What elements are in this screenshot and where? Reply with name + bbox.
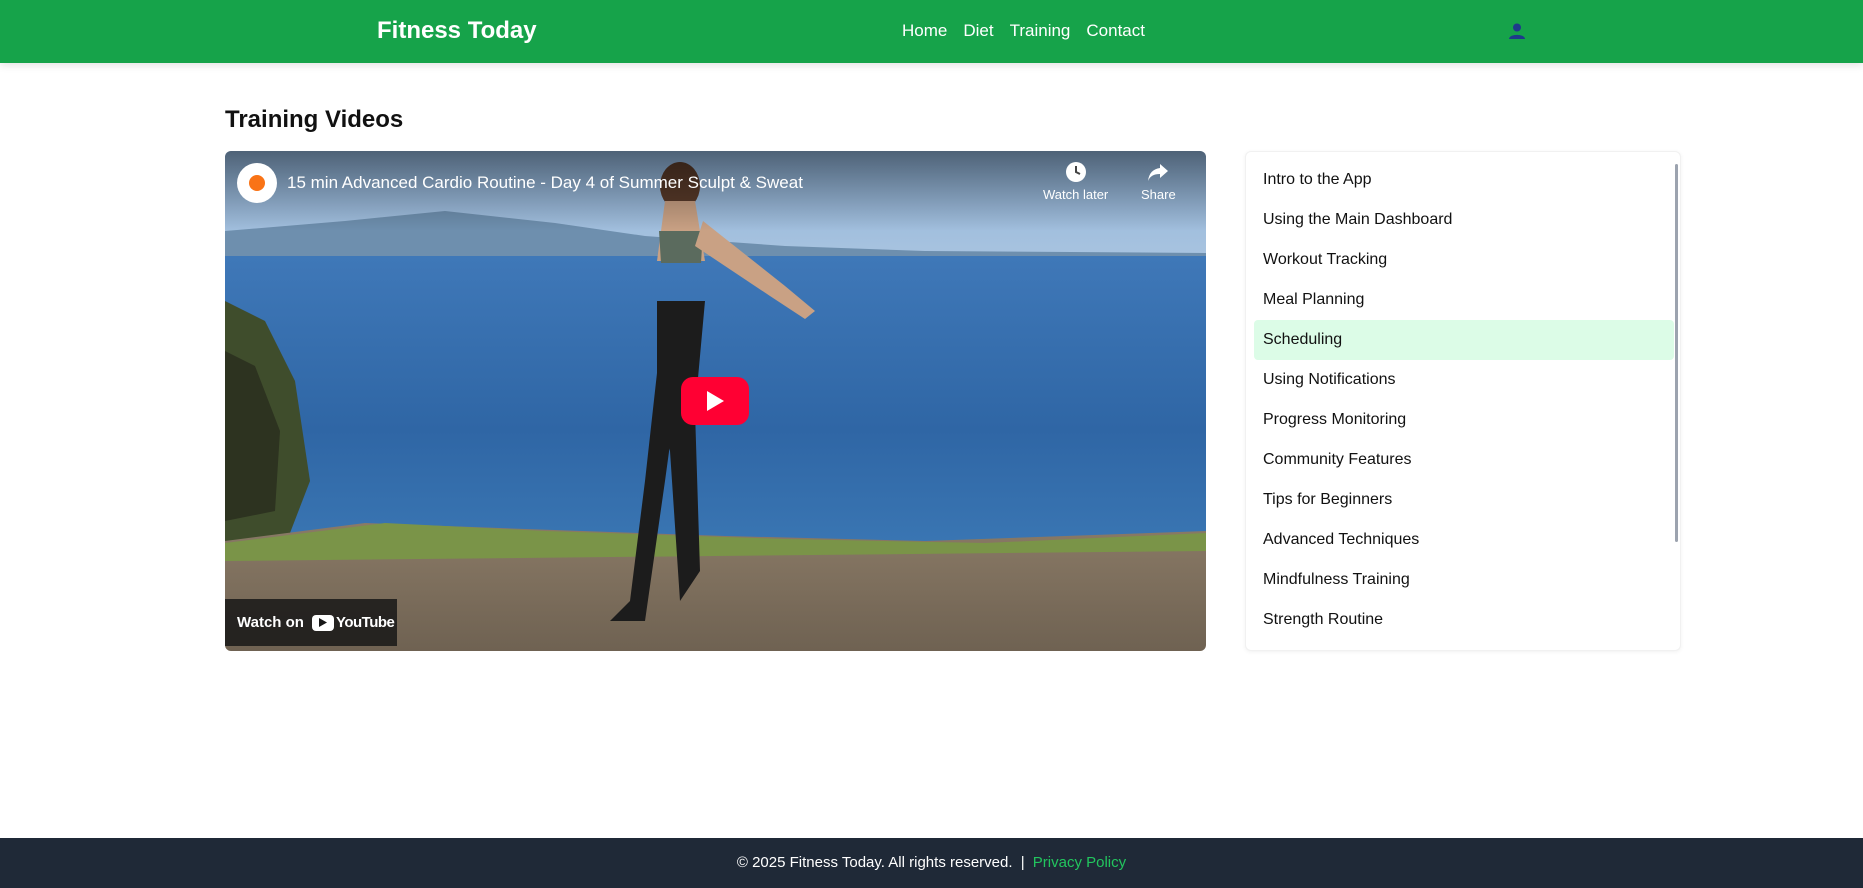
playlist-item[interactable]: Using the Main Dashboard (1254, 200, 1674, 240)
playlist-item[interactable]: Meal Planning (1254, 280, 1674, 320)
playlist-item-active[interactable]: Scheduling (1254, 320, 1674, 360)
playlist-item[interactable]: Mindfulness Training (1254, 560, 1674, 600)
share-button[interactable]: Share (1141, 161, 1176, 202)
copyright-text: © 2025 Fitness Today. All rights reserve… (736, 854, 1013, 871)
play-button[interactable] (681, 377, 749, 425)
nav-training[interactable]: Training (1010, 21, 1071, 41)
main-nav: Home Diet Training Contact (902, 21, 1145, 41)
playlist: Intro to the App Using the Main Dashboar… (1254, 160, 1674, 640)
nav-home[interactable]: Home (902, 21, 947, 41)
share-icon (1148, 164, 1169, 181)
channel-avatar[interactable] (237, 163, 277, 203)
playlist-item[interactable]: Using Notifications (1254, 360, 1674, 400)
privacy-policy-link[interactable]: Privacy Policy (1033, 854, 1126, 871)
video-title[interactable]: 15 min Advanced Cardio Routine - Day 4 o… (287, 173, 803, 193)
watch-on-youtube-button[interactable]: Watch on YouTube (225, 599, 397, 646)
page-title: Training Videos (225, 106, 404, 133)
video-player[interactable]: 15 min Advanced Cardio Routine - Day 4 o… (225, 151, 1206, 651)
site-footer: © 2025 Fitness Today. All rights reserve… (0, 838, 1863, 888)
site-header: Fitness Today Home Diet Training Contact (0, 0, 1863, 63)
nav-contact[interactable]: Contact (1086, 21, 1145, 41)
youtube-play-icon (311, 614, 334, 631)
playlist-item[interactable]: Community Features (1254, 440, 1674, 480)
playlist-item[interactable]: Progress Monitoring (1254, 400, 1674, 440)
footer-separator: | (1020, 854, 1025, 871)
user-icon[interactable] (1508, 22, 1526, 40)
playlist-panel: Intro to the App Using the Main Dashboar… (1245, 151, 1681, 651)
nav-diet[interactable]: Diet (963, 21, 993, 41)
brand-logo[interactable]: Fitness Today (377, 17, 537, 45)
youtube-wordmark: YouTube (335, 614, 395, 631)
share-label: Share (1141, 187, 1176, 202)
playlist-item[interactable]: Strength Routine (1254, 600, 1674, 640)
watch-later-button[interactable]: Watch later (1043, 161, 1108, 202)
playlist-scrollbar[interactable] (1675, 164, 1678, 542)
youtube-logo: YouTube (311, 614, 395, 631)
playlist-item[interactable]: Advanced Techniques (1254, 520, 1674, 560)
watch-later-label: Watch later (1043, 187, 1109, 202)
playlist-item[interactable]: Tips for Beginners (1254, 480, 1674, 520)
playlist-item[interactable]: Workout Tracking (1254, 240, 1674, 280)
playlist-item[interactable]: Intro to the App (1254, 160, 1674, 200)
watch-on-label: Watch on (237, 614, 304, 631)
play-icon (707, 391, 724, 411)
clock-icon (1065, 162, 1086, 182)
